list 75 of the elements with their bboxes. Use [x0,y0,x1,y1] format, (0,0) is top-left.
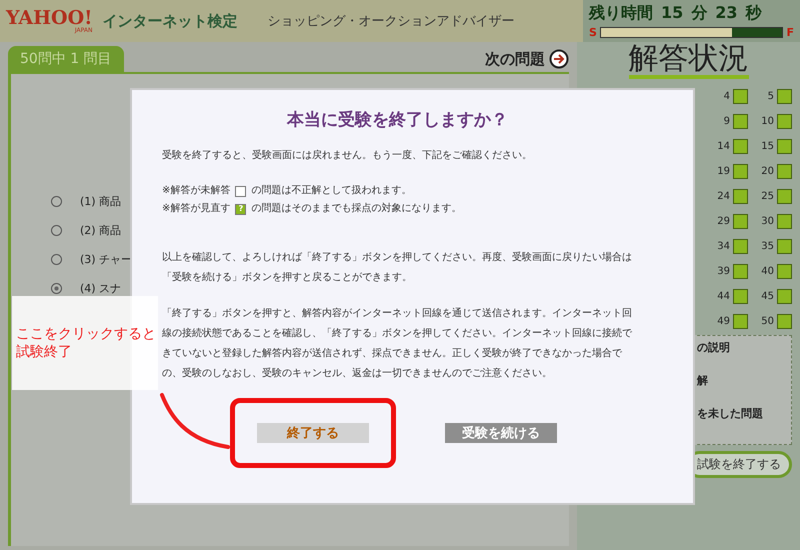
answer-square[interactable] [777,314,792,329]
answer-square[interactable] [733,89,748,104]
next-question-link[interactable]: 次の問題 [485,49,569,69]
radio-button[interactable] [51,225,62,236]
end-label: F [786,26,794,39]
question-number: 39 [717,266,730,277]
annotation-text: 試験終了 [16,343,72,362]
question-number: 34 [717,241,730,252]
question-number: 44 [717,291,730,302]
question-number: 9 [724,116,730,127]
option-label: (4) スナ [80,281,122,296]
question-number: 14 [717,141,730,152]
answer-square[interactable] [777,89,792,104]
answer-square[interactable] [777,164,792,179]
question-number: 25 [761,191,774,202]
answer-square[interactable] [733,164,748,179]
answer-square[interactable] [777,139,792,154]
radio-button[interactable] [51,254,62,265]
answer-square[interactable] [777,239,792,254]
question-number: 45 [761,291,774,302]
question-number: 4 [724,91,730,102]
note-text: の問題は不正解として扱われます。 [251,184,412,198]
question-number: 49 [717,316,730,327]
answer-square[interactable] [777,214,792,229]
timer-label: 残り時間 [589,3,653,24]
answer-square[interactable] [733,214,748,229]
legend-text: を未した問題 [697,406,763,421]
note-text: の問題はそのままでも採点の対象になります。 [251,202,462,216]
review-mark-icon: ? [235,204,246,214]
question-number: 20 [761,166,774,177]
answer-square[interactable] [733,314,748,329]
answer-square[interactable] [733,264,748,279]
second-unit: 秒 [746,3,762,24]
answer-square[interactable] [777,189,792,204]
timer-minutes: 15 [661,3,684,22]
dialog-text: 以上を確認して、よろしければ「終了する」ボタンを押してください。再度、受験画面に戻りたい場合は「受験を続ける」ボタンを押すと戻ることができます。 [162,250,633,285]
dialog-title: 本当に受験を終了しますか？ [286,109,509,132]
minute-unit: 分 [691,3,708,24]
answer-square[interactable] [733,139,748,154]
dialog-text: 受験を終了すると、受験画面には戻れません。もう一度、下記をご確認ください。 [162,148,533,163]
option-label: (2) 商品 [80,223,122,238]
legend-title: の説明 [697,340,730,355]
answer-square[interactable] [733,239,748,254]
empty-square-icon [235,186,246,196]
question-tab[interactable]: 50問中 1 問目 [8,46,124,72]
answer-square[interactable] [777,114,792,129]
legend-text: 解 [697,373,708,388]
timer-seconds: 23 [715,3,738,22]
radio-button[interactable] [51,196,62,207]
question-number: 40 [761,266,774,277]
question-number: 5 [768,91,774,102]
annotation-text: ここをクリックすると [16,324,156,343]
question-number: 29 [717,216,730,227]
question-number: 24 [717,191,730,202]
product-name: インターネット検定 [102,12,238,30]
exam-name: ショッピング・オークションアドバイザー [267,13,514,30]
start-label: S [589,26,597,39]
question-number: 35 [761,241,774,252]
radio-button[interactable] [51,283,62,294]
question-number: 19 [717,166,730,177]
dialog-button[interactable]: 終了する [257,423,369,443]
answer-square[interactable] [777,289,792,304]
answer-square[interactable] [777,264,792,279]
status-title: 解答状況 [628,42,748,79]
question-number: 50 [761,316,774,327]
option-label: (1) 商品 [80,194,122,209]
note-text: ※解答が未解答 [162,184,230,198]
question-number: 30 [761,216,774,227]
answer-square[interactable] [733,289,748,304]
answer-square[interactable] [733,189,748,204]
note-text: ※解答が見直す [162,202,230,216]
answer-square[interactable] [733,114,748,129]
question-number: 15 [761,141,774,152]
question-number: 10 [761,116,774,127]
dialog-text: 「終了する」ボタンを押すと、解答内容がインターネット回線を通じて送信されます。インターネット回線の接続状態であることを確認し、「終了する」ボタンを押してください。インターネット回線に接続できていないと登録した解答内容が送信されず、採点できません。正しく受験が終了できなかった場合での、受験のしなおし、受験のキャンセル、返金は一切できませんのでご注意ください。 [162,306,633,381]
